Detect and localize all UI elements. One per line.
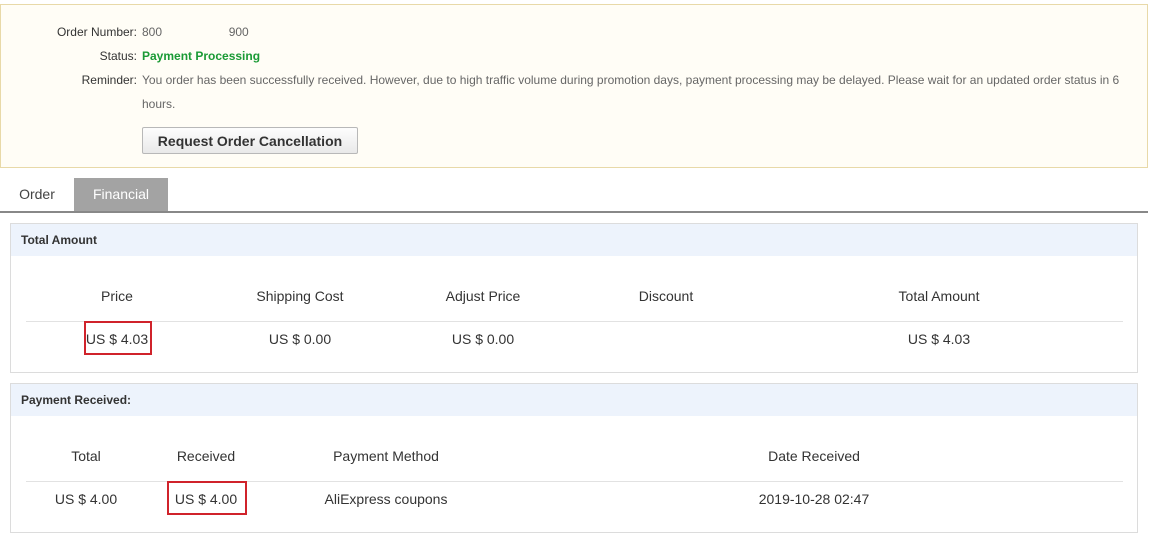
price-highlight-box: [84, 321, 152, 355]
date-received-header: Date Received: [768, 448, 860, 464]
reminder-text: You order has been successfully received…: [142, 73, 1120, 111]
received-highlight-box: [167, 481, 247, 515]
discount-header: Discount: [638, 288, 694, 304]
payment-method-value: AliExpress coupons: [324, 491, 448, 507]
total-amount-value: US $ 4.03: [907, 331, 971, 347]
reminder-label: Reminder:: [81, 73, 137, 87]
total-amount-header: Total Amount: [898, 288, 980, 304]
payment-total-header: Total: [71, 448, 101, 464]
tab-financial[interactable]: Financial: [74, 178, 168, 211]
request-cancellation-button[interactable]: Request Order Cancellation: [142, 127, 358, 154]
total-amount-panel: Total Amount Price Shipping Cost Adjust …: [10, 223, 1138, 373]
status-label: Status:: [99, 49, 137, 63]
payment-total-value: US $ 4.00: [54, 491, 118, 507]
payment-received-title: Payment Received:: [11, 384, 1137, 416]
adjust-price-value: US $ 0.00: [451, 331, 515, 347]
payment-method-header: Payment Method: [333, 448, 439, 464]
received-header: Received: [176, 448, 236, 464]
shipping-cost-header: Shipping Cost: [256, 288, 344, 304]
tab-order[interactable]: Order: [0, 178, 74, 211]
shipping-cost-value: US $ 0.00: [268, 331, 332, 347]
payment-received-panel: Payment Received: Total Received Payment…: [10, 383, 1138, 533]
order-info-box: Order Number: 800 900 Status: Payment Pr…: [0, 4, 1148, 168]
status-value: Payment Processing: [142, 49, 261, 63]
total-divider: [26, 321, 1123, 322]
order-number-value: 800 900: [142, 25, 249, 39]
tab-bar: Order Financial: [0, 178, 1148, 213]
total-amount-title: Total Amount: [11, 224, 1137, 256]
order-number-label: Order Number:: [56, 25, 137, 39]
adjust-price-header: Adjust Price: [445, 288, 521, 304]
date-received-value: 2019-10-28 02:47: [758, 491, 870, 507]
price-header: Price: [101, 288, 133, 304]
